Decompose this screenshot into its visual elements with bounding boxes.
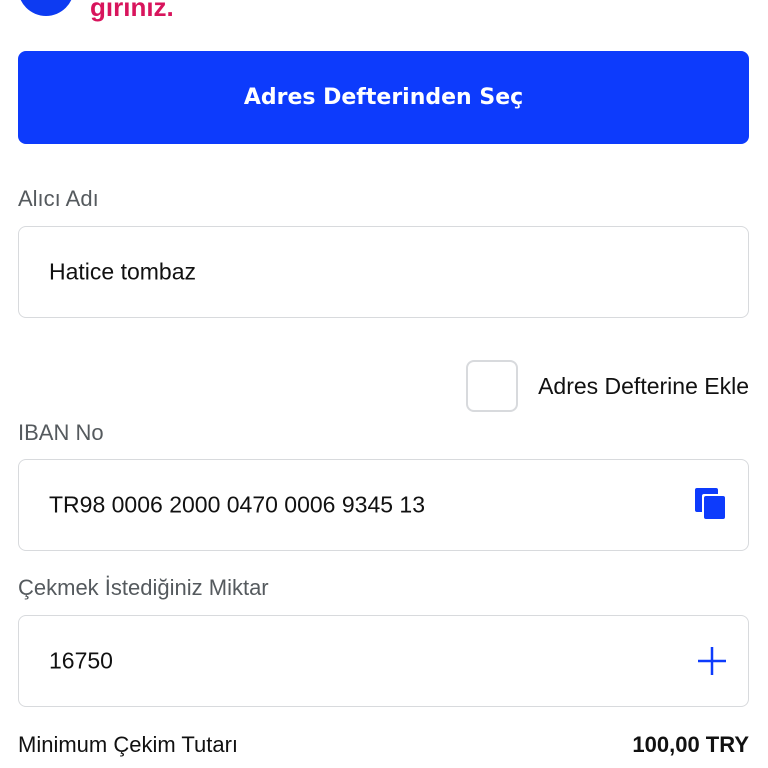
amount-value: 16750 xyxy=(49,647,113,674)
add-to-address-book-row[interactable]: Adres Defterine Ekle xyxy=(466,358,749,414)
recipient-value: Hatice tombaz xyxy=(49,258,197,285)
recipient-field[interactable]: Hatice tombaz xyxy=(18,226,749,318)
iban-field[interactable]: TR98 0006 2000 0470 0006 9345 13 xyxy=(18,459,749,551)
amount-label: Çekmek İstediğiniz Miktar xyxy=(18,575,269,600)
minimum-withdrawal-value: 100,00 TRY xyxy=(632,732,749,757)
minimum-withdrawal-row: Minimum Çekim Tutarı 100,00 TRY xyxy=(18,728,749,764)
iban-value: TR98 0006 2000 0470 0006 9345 13 xyxy=(49,491,425,518)
iban-label: IBAN No xyxy=(18,420,104,445)
plus-icon[interactable] xyxy=(694,643,730,679)
copy-icon[interactable] xyxy=(694,487,730,523)
select-from-address-book-button[interactable]: Adres Defterinden Seç xyxy=(18,51,749,144)
minimum-withdrawal-label: Minimum Çekim Tutarı xyxy=(18,732,239,757)
add-to-address-book-checkbox[interactable] xyxy=(466,360,519,412)
top-notice: giriniz. xyxy=(0,0,768,30)
recipient-label: Alıcı Adı xyxy=(18,186,99,211)
notice-text: giriniz. xyxy=(90,0,174,22)
info-circle-icon xyxy=(18,0,74,16)
add-to-address-book-label: Adres Defterine Ekle xyxy=(538,372,749,399)
amount-field[interactable]: 16750 xyxy=(18,615,749,707)
